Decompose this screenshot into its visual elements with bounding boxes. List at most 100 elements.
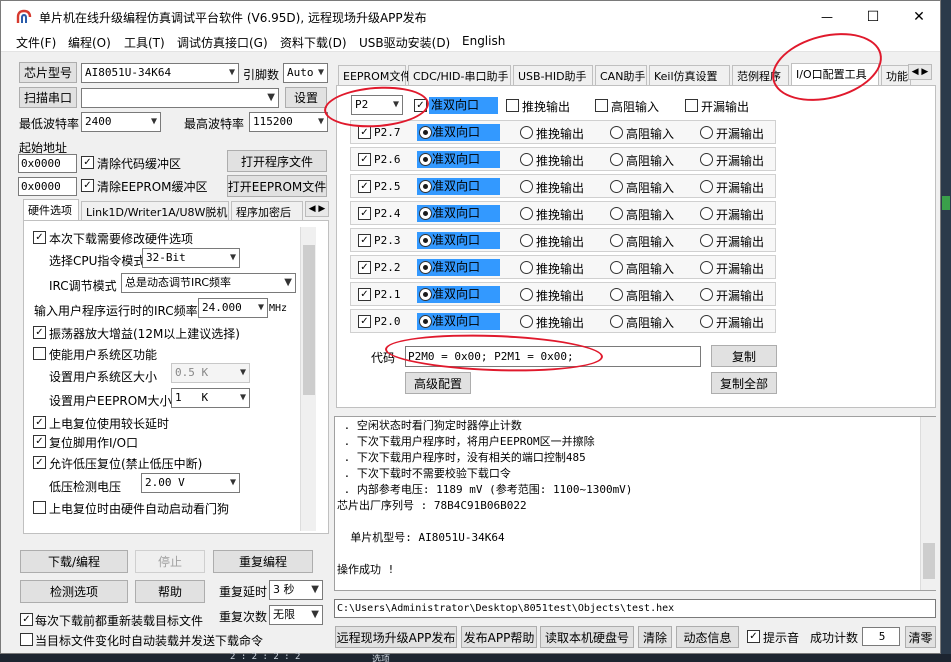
reset-io-checkbox[interactable]: ✓ (33, 435, 46, 448)
radio-button[interactable] (520, 261, 533, 274)
chip-model-select[interactable]: AI8051U-34K64 ▼ (81, 63, 239, 83)
port-select[interactable]: P2 ▼ (351, 95, 403, 115)
quasi-radio-selected[interactable]: 准双向口 (417, 178, 500, 195)
dynamic-info-button[interactable]: 动态信息 (676, 626, 739, 648)
radio-button[interactable] (419, 234, 432, 247)
advanced-config-button[interactable]: 高级配置 (405, 372, 471, 394)
radio-button[interactable] (610, 261, 623, 274)
pin-checkbox[interactable]: ✓ (358, 153, 371, 166)
radio-button[interactable] (419, 261, 432, 274)
tab-encryption[interactable]: 程序加密后 (231, 201, 303, 221)
tab-keil[interactable]: Keil仿真设置 (649, 65, 730, 85)
copy-button[interactable]: 复制 (711, 345, 777, 367)
menu-download[interactable]: 资料下载(D) (280, 34, 347, 51)
radio-button[interactable] (520, 315, 533, 328)
max-baud-select[interactable]: 115200 ▼ (249, 112, 328, 132)
quasi-radio-selected[interactable]: 准双向口 (417, 124, 500, 141)
pin-checkbox[interactable]: ✓ (358, 207, 371, 220)
tab-offline-writer[interactable]: Link1D/Writer1A/U8W脱机 (81, 201, 229, 221)
right-tab-scroll-arrows[interactable]: ◀ ▶ (908, 64, 932, 80)
system-area-checkbox[interactable] (33, 347, 46, 360)
pin-checkbox[interactable]: ✓ (358, 288, 371, 301)
radio-button[interactable] (419, 207, 432, 220)
radio-button[interactable] (610, 234, 623, 247)
tab-io-config[interactable]: I/O口配置工具 (791, 63, 879, 85)
radio-button[interactable] (520, 180, 533, 193)
publish-app-button[interactable]: 远程现场升级APP发布 (335, 626, 457, 648)
radio-button[interactable] (700, 315, 713, 328)
close-button[interactable]: ✕ (896, 1, 940, 32)
pin-checkbox[interactable]: ✓ (358, 180, 371, 193)
log-scrollbar[interactable] (920, 417, 936, 590)
hardware-options-scrollbar[interactable] (300, 227, 316, 531)
quasi-radio-selected[interactable]: 准双向口 (417, 151, 500, 168)
header-highz-checkbox[interactable] (595, 99, 608, 112)
min-baud-select[interactable]: 2400 ▼ (81, 112, 161, 132)
radio-button[interactable] (610, 315, 623, 328)
chip-type-button[interactable]: 芯片型号 (19, 62, 77, 83)
quasi-radio-selected[interactable]: 准双向口 (417, 286, 500, 303)
check-options-button[interactable]: 检测选项 (20, 580, 128, 603)
radio-button[interactable] (700, 234, 713, 247)
pin-checkbox[interactable]: ✓ (358, 234, 371, 247)
code-output-field[interactable]: P2M0 = 0x00; P2M1 = 0x00; (405, 346, 701, 367)
quasi-radio-selected[interactable]: 准双向口 (417, 313, 500, 330)
pin-checkbox[interactable]: ✓ (358, 261, 371, 274)
header-quasi-checkbox[interactable]: ✓ (414, 99, 427, 112)
radio-button[interactable] (520, 126, 533, 139)
radio-button[interactable] (610, 207, 623, 220)
osc-gain-checkbox[interactable]: ✓ (33, 326, 46, 339)
port-settings-button[interactable]: 设置 (285, 87, 327, 108)
tab-functions[interactable]: 功能 (881, 65, 911, 85)
radio-button[interactable] (700, 126, 713, 139)
clear-code-checkbox[interactable]: ✓ (81, 156, 94, 169)
reset-count-button[interactable]: 清零 (905, 626, 936, 648)
radio-button[interactable] (610, 126, 623, 139)
repeat-delay-select[interactable]: 3 秒 ▼ (269, 580, 323, 600)
radio-button[interactable] (419, 288, 432, 301)
reprogram-button[interactable]: 重复编程 (213, 550, 313, 573)
tab-cdc-serial[interactable]: CDC/HID-串口助手 (408, 65, 511, 85)
maximize-button[interactable]: ☐ (850, 1, 896, 32)
radio-button[interactable] (419, 180, 432, 193)
menu-program[interactable]: 编程(O) (68, 34, 111, 51)
radio-button[interactable] (520, 207, 533, 220)
scroll-thumb[interactable] (303, 245, 315, 395)
header-opendrain-checkbox[interactable] (685, 99, 698, 112)
quasi-radio-selected[interactable]: 准双向口 (417, 259, 500, 276)
radio-button[interactable] (610, 153, 623, 166)
com-port-select[interactable]: ▼ (81, 88, 279, 108)
target-file-path[interactable]: C:\Users\Administrator\Desktop\8051test\… (334, 599, 936, 618)
publish-help-button[interactable]: 发布APP帮助 (461, 626, 537, 648)
tab-hardware-options[interactable]: 硬件选项 (23, 199, 79, 221)
radio-button[interactable] (419, 153, 432, 166)
tab-scroll-arrows[interactable]: ◀ ▶ (305, 201, 329, 217)
radio-button[interactable] (700, 153, 713, 166)
open-eeprom-file-button[interactable]: 打开EEPROM文件 (227, 175, 327, 197)
radio-button[interactable] (610, 288, 623, 301)
tab-can[interactable]: CAN助手 (595, 65, 647, 85)
clear-eeprom-checkbox[interactable]: ✓ (81, 179, 94, 192)
stop-button[interactable]: 停止 (135, 550, 205, 573)
irc-mode-select[interactable]: 总是动态调节IRC频率 ▼ (121, 273, 296, 293)
radio-button[interactable] (700, 180, 713, 193)
lvd-select[interactable]: 2.00 V ▼ (141, 473, 240, 493)
radio-button[interactable] (700, 207, 713, 220)
radio-button[interactable] (419, 126, 432, 139)
quasi-radio-selected[interactable]: 准双向口 (417, 232, 500, 249)
reload-target-checkbox[interactable]: ✓ (20, 613, 33, 626)
copy-all-button[interactable]: 复制全部 (711, 372, 777, 394)
tab-eeprom-file[interactable]: EEPROM文件 (338, 65, 411, 85)
radio-button[interactable] (700, 288, 713, 301)
auto-send-checkbox[interactable] (20, 633, 33, 646)
download-button[interactable]: 下载/编程 (20, 550, 128, 573)
clear-log-button[interactable]: 清除 (638, 626, 672, 648)
modify-hw-checkbox[interactable]: ✓ (33, 231, 46, 244)
quasi-radio-selected[interactable]: 准双向口 (417, 205, 500, 222)
menu-english[interactable]: English (462, 34, 505, 48)
menu-debug[interactable]: 调试仿真接口(G) (177, 34, 268, 51)
eeprom-size-select[interactable]: 1 K ▼ (171, 388, 250, 408)
code-address-field[interactable]: 0x0000 (18, 154, 77, 173)
menu-file[interactable]: 文件(F) (16, 34, 56, 51)
log-output[interactable]: . 空闲状态时看门狗定时器停止计数 . 下次下载用户程序时，将用户EEPROM区… (334, 416, 936, 591)
